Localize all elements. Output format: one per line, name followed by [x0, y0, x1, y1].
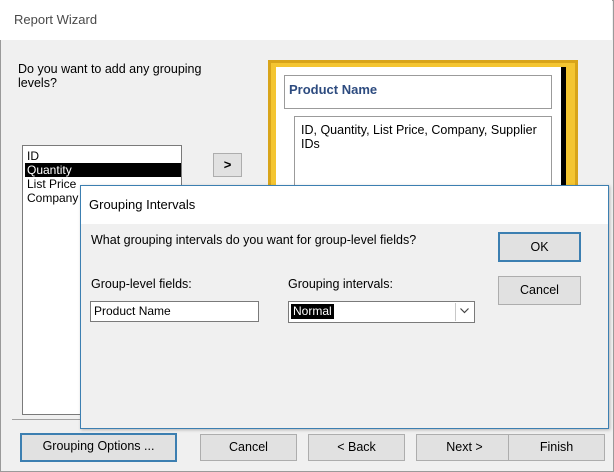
- list-item-quantity[interactable]: Quantity: [25, 163, 181, 177]
- add-grouping-level-button[interactable]: >: [213, 153, 242, 177]
- grouping-question: Do you want to add any grouping levels?: [18, 62, 202, 90]
- grouping-interval-select[interactable]: Normal: [288, 301, 475, 323]
- ok-button[interactable]: OK: [498, 232, 581, 262]
- preview-group-header: Product Name: [284, 75, 552, 109]
- next-button[interactable]: Next >: [416, 434, 513, 461]
- grouping-interval-selected-value: Normal: [291, 304, 334, 319]
- dialog-title-bar: Grouping Intervals: [81, 186, 608, 224]
- list-item-id[interactable]: ID: [25, 149, 181, 163]
- grouping-intervals-label: Grouping intervals:: [288, 277, 393, 291]
- dialog-cancel-button[interactable]: Cancel: [498, 276, 581, 305]
- dialog-title: Grouping Intervals: [89, 197, 196, 212]
- preview-detail-text: ID, Quantity, List Price, Company, Suppl…: [301, 123, 537, 151]
- wizard-title: Report Wizard: [14, 12, 98, 27]
- finish-button[interactable]: Finish: [508, 434, 605, 461]
- cancel-button[interactable]: Cancel: [200, 434, 297, 461]
- group-level-field-value: Product Name: [90, 301, 259, 322]
- wizard-title-bar: Report Wizard: [0, 0, 612, 40]
- chevron-down-icon[interactable]: [455, 303, 473, 321]
- dialog-question: What grouping intervals do you want for …: [91, 233, 417, 247]
- preview-group-header-text: Product Name: [289, 82, 378, 97]
- back-button[interactable]: < Back: [308, 434, 405, 461]
- grouping-options-button[interactable]: Grouping Options ...: [20, 433, 177, 462]
- group-level-fields-label: Group-level fields:: [91, 277, 192, 291]
